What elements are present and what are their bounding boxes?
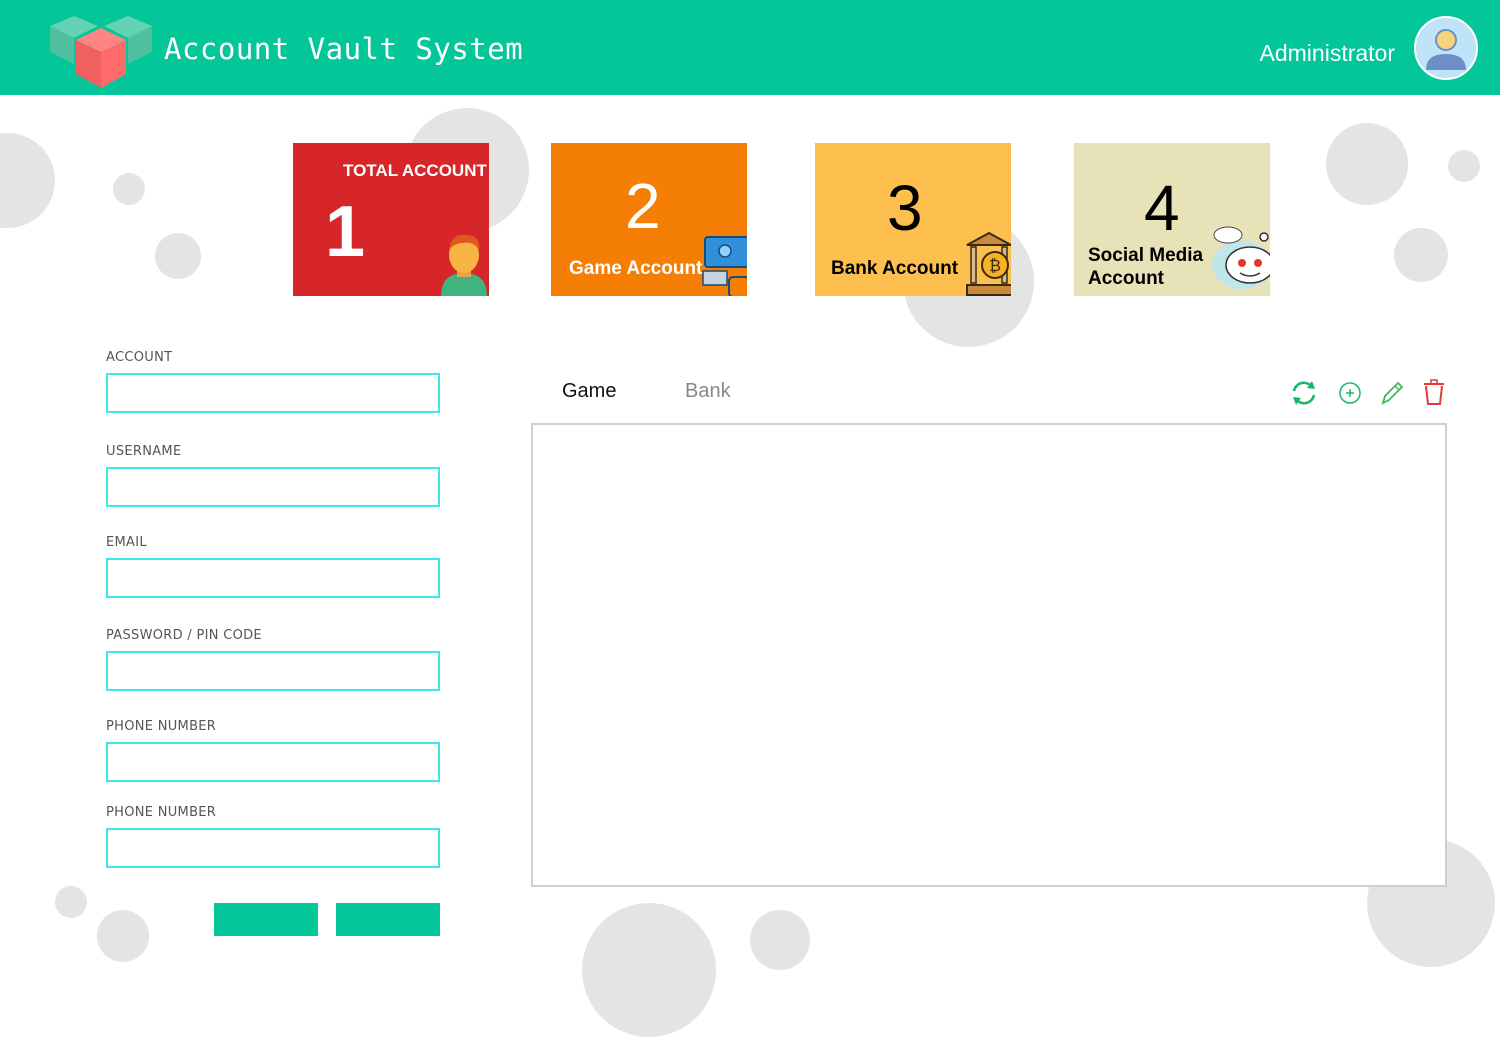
bg-bubble: [55, 886, 87, 918]
bank-bitcoin-icon: ₿: [966, 231, 1011, 296]
card-total-account[interactable]: TOTAL ACCOUNT 1: [293, 143, 489, 296]
card-social-account[interactable]: 4 Social Media Account: [1074, 143, 1270, 296]
game-controller-icon: [702, 236, 747, 296]
account-input[interactable]: [106, 373, 440, 413]
field-label-phone: PHONE NUMBER: [106, 719, 217, 734]
card-game-label: Game Account: [569, 258, 703, 279]
card-social-label-line1: Social Media: [1088, 245, 1204, 266]
field-label-password: PASSWORD / PIN CODE: [106, 628, 262, 643]
bg-bubble: [155, 233, 201, 279]
form-button-primary[interactable]: [214, 903, 318, 936]
svg-text:₿: ₿: [989, 256, 1001, 275]
accounts-table-panel[interactable]: [531, 423, 1447, 887]
reddit-icon: [1212, 226, 1270, 289]
phone-input[interactable]: [106, 742, 440, 782]
username-input[interactable]: [106, 467, 440, 507]
user-avatar-icon[interactable]: [1414, 16, 1478, 80]
cube-logo-icon: [50, 16, 152, 88]
app-header: Account Vault System Administrator: [0, 0, 1500, 95]
card-bank-value: 3: [887, 172, 923, 244]
card-social-value: 4: [1144, 172, 1180, 244]
user-name[interactable]: Administrator: [1260, 40, 1395, 67]
field-label-account: ACCOUNT: [106, 350, 173, 365]
refresh-icon[interactable]: [1289, 378, 1319, 408]
bg-bubble: [1326, 123, 1408, 205]
field-label-email: EMAIL: [106, 535, 147, 550]
bg-bubble: [97, 910, 149, 962]
card-bank-account[interactable]: 3 Bank Account ₿: [815, 143, 1011, 296]
card-game-account[interactable]: 2 Game Account: [551, 143, 747, 296]
card-social-label-line2: Account: [1088, 268, 1164, 289]
tab-game[interactable]: Game: [562, 380, 616, 403]
delete-trash-icon[interactable]: [1419, 378, 1449, 408]
card-game-value: 2: [625, 170, 661, 242]
card-total-value: 1: [325, 192, 366, 272]
add-circle-icon[interactable]: [1335, 378, 1365, 408]
email-input[interactable]: [106, 558, 440, 598]
person-icon: [441, 234, 487, 296]
field-label-username: USERNAME: [106, 444, 182, 459]
tab-bank[interactable]: Bank: [685, 380, 731, 403]
phone-input-2[interactable]: [106, 828, 440, 868]
form-button-secondary[interactable]: [336, 903, 440, 936]
bg-bubble: [0, 133, 55, 228]
password-input[interactable]: [106, 651, 440, 691]
bg-bubble: [750, 910, 810, 970]
bg-bubble: [1394, 228, 1448, 282]
edit-pencil-icon[interactable]: [1377, 378, 1407, 408]
bg-bubble: [1448, 150, 1480, 182]
bg-bubble: [113, 173, 145, 205]
app-title: Account Vault System: [164, 32, 524, 66]
card-bank-label: Bank Account: [831, 258, 959, 279]
card-total-label: TOTAL ACCOUNT: [343, 161, 487, 180]
bg-bubble: [582, 903, 716, 1037]
field-label-phone-2: PHONE NUMBER: [106, 805, 217, 820]
